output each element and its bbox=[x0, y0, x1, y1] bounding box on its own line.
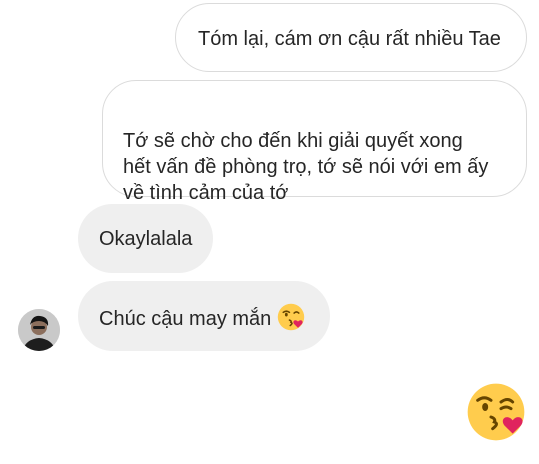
message-text: Okaylalala bbox=[99, 228, 193, 250]
received-message-bubble[interactable]: Okaylalala bbox=[78, 204, 213, 273]
avatar-photo bbox=[18, 309, 60, 351]
message-text: Chúc cậu may mắn bbox=[99, 308, 272, 330]
contact-avatar[interactable] bbox=[18, 309, 60, 351]
received-message-bubble[interactable]: Chúc cậu may mắn bbox=[78, 281, 330, 351]
sent-message-bubble[interactable]: Tóm lại, cám ơn cậu rất nhiều Tae bbox=[175, 3, 527, 72]
sent-message-bubble[interactable]: Tớ sẽ chờ cho đến khi giải quyết xong hế… bbox=[102, 80, 527, 204]
face-blowing-a-kiss-icon[interactable] bbox=[466, 382, 526, 442]
message-text: Tóm lại, cám ơn cậu rất nhiều Tae bbox=[198, 28, 501, 50]
message-text: Tớ sẽ chờ cho đến khi giải quyết xong hế… bbox=[123, 130, 489, 204]
face-blowing-a-kiss-icon bbox=[277, 303, 305, 331]
